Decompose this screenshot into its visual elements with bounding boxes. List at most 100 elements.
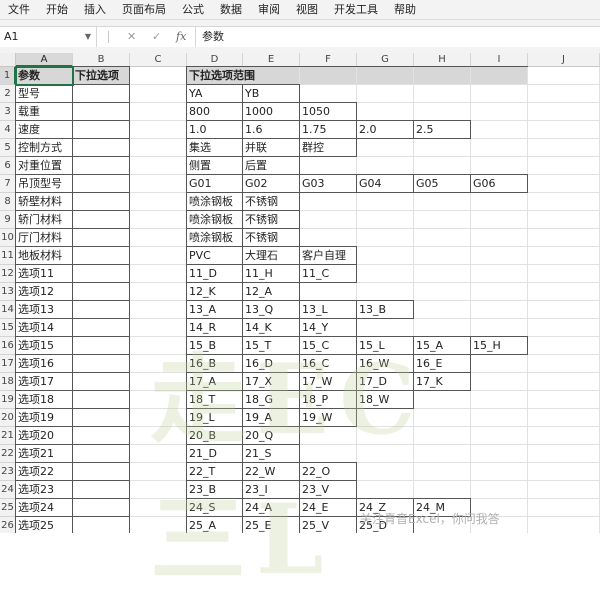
row-header[interactable]: 11 [0,247,16,265]
option-cell[interactable]: 15_B [187,337,243,355]
option-cell[interactable]: 19_L [187,409,243,427]
name-box[interactable]: A1 ▼ [0,27,97,47]
menu-item[interactable]: 数据 [212,0,250,19]
param-cell[interactable]: 选项25 [16,517,73,533]
column-header-j[interactable]: J [528,53,600,67]
option-cell[interactable]: 不锈钢 [243,229,300,247]
row-header[interactable]: 25 [0,499,16,517]
row-header[interactable]: 23 [0,463,16,481]
option-cell[interactable]: 25_A [187,517,243,533]
option-cell[interactable]: G06 [471,175,528,193]
option-cell[interactable]: 24_S [187,499,243,517]
option-cell[interactable]: 16_B [187,355,243,373]
option-cell[interactable]: 20_B [187,427,243,445]
dropdown-cell[interactable] [73,499,130,517]
option-cell[interactable]: 2.5 [414,121,471,139]
dropdown-cell[interactable] [73,121,130,139]
param-cell[interactable]: 选项14 [16,319,73,337]
option-cell[interactable]: 并联 [243,139,300,157]
dropdown-cell[interactable] [73,301,130,319]
param-cell[interactable]: 选项11 [16,265,73,283]
param-cell[interactable]: 厅门材料 [16,229,73,247]
row-header[interactable]: 18 [0,373,16,391]
row-header[interactable]: 22 [0,445,16,463]
option-cell[interactable]: 19_A [243,409,300,427]
option-cell[interactable]: 16_D [243,355,300,373]
row-header[interactable]: 13 [0,283,16,301]
formula-input[interactable]: 参数 [202,27,224,47]
row-header[interactable]: 4 [0,121,16,139]
column-header-g[interactable]: G [357,53,414,67]
option-cell[interactable]: 17_A [187,373,243,391]
menu-item[interactable]: 开发工具 [326,0,386,19]
menu-item[interactable]: 帮助 [386,0,424,19]
option-cell[interactable]: 侧置 [187,157,243,175]
option-cell[interactable]: 1.6 [243,121,300,139]
dropdown-cell[interactable] [73,193,130,211]
option-cell[interactable]: 25_E [243,517,300,533]
option-cell[interactable]: 15_A [414,337,471,355]
option-cell[interactable]: 群控 [300,139,357,157]
column-header-h[interactable]: H [414,53,471,67]
column-header-i[interactable]: I [471,53,528,67]
row-header[interactable]: 1 [0,67,16,85]
fx-icon[interactable]: fx [176,27,186,47]
option-cell[interactable]: 1000 [243,103,300,121]
confirm-icon[interactable]: ✓ [152,27,161,47]
menu-item[interactable]: 文件 [0,0,38,19]
option-cell[interactable]: 17_K [414,373,471,391]
row-header[interactable]: 19 [0,391,16,409]
option-cell[interactable]: 22_T [187,463,243,481]
option-cell[interactable]: 1.75 [300,121,357,139]
option-cell[interactable]: 大理石 [243,247,300,265]
option-cell[interactable]: 24_A [243,499,300,517]
param-cell[interactable]: 型号 [16,85,73,103]
dropdown-cell[interactable] [73,517,130,533]
dropdown-cell[interactable] [73,229,130,247]
param-cell[interactable]: 选项16 [16,355,73,373]
cell-b1-dropdown-header[interactable]: 下拉选项 [73,67,130,85]
dropdown-cell[interactable] [73,265,130,283]
menu-item[interactable]: 审阅 [250,0,288,19]
column-header-a[interactable]: A [16,53,73,67]
option-cell[interactable]: G03 [300,175,357,193]
param-cell[interactable]: 选项24 [16,499,73,517]
option-cell[interactable]: 23_V [300,481,357,499]
row-header[interactable]: 15 [0,319,16,337]
dropdown-cell[interactable] [73,373,130,391]
option-cell[interactable]: 17_W [300,373,357,391]
row-header[interactable]: 7 [0,175,16,193]
row-header[interactable]: 2 [0,85,16,103]
dropdown-cell[interactable] [73,175,130,193]
option-cell[interactable]: 不锈钢 [243,211,300,229]
menu-item[interactable]: 插入 [76,0,114,19]
row-header[interactable]: 6 [0,157,16,175]
row-header[interactable]: 20 [0,409,16,427]
column-header-e[interactable]: E [243,53,300,67]
option-cell[interactable]: 1050 [300,103,357,121]
option-cell[interactable]: 12_K [187,283,243,301]
menu-item[interactable]: 页面布局 [114,0,174,19]
option-cell[interactable]: YB [243,85,300,103]
row-header[interactable]: 16 [0,337,16,355]
option-cell[interactable]: 14_R [187,319,243,337]
row-header[interactable]: 10 [0,229,16,247]
row-header[interactable]: 12 [0,265,16,283]
chevron-down-icon[interactable]: ▼ [85,27,91,47]
option-cell[interactable]: 后置 [243,157,300,175]
column-header-f[interactable]: F [300,53,357,67]
cancel-icon[interactable]: ✕ [127,27,136,47]
dropdown-cell[interactable] [73,337,130,355]
row-header[interactable]: 5 [0,139,16,157]
menu-item[interactable]: 开始 [38,0,76,19]
dropdown-cell[interactable] [73,463,130,481]
row-header[interactable]: 24 [0,481,16,499]
option-cell[interactable]: 13_B [357,301,414,319]
option-cell[interactable]: 19_W [300,409,357,427]
option-cell[interactable]: 喷涂钢板 [187,229,243,247]
param-cell[interactable]: 选项20 [16,427,73,445]
option-cell[interactable]: YA [187,85,243,103]
spreadsheet-grid[interactable]: A B C D E F G H I J 1 2 3 4 5 6 7 8 9 10 11 12 13 14 15 16 17 18 19 2… [0,53,600,533]
option-cell[interactable]: 18_P [300,391,357,409]
row-header[interactable]: 9 [0,211,16,229]
